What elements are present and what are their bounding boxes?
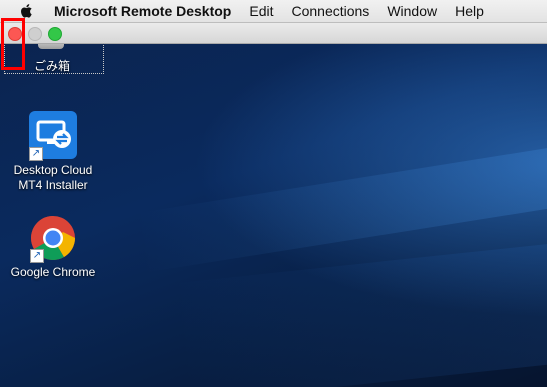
maximize-window-button[interactable] bbox=[48, 27, 62, 41]
chrome-icon: ↗ bbox=[30, 215, 76, 263]
desktop-icon-google-chrome[interactable]: ↗ Google Chrome bbox=[5, 215, 101, 280]
shortcut-arrow-icon: ↗ bbox=[29, 147, 43, 161]
mac-menu-bar: Microsoft Remote Desktop Edit Connection… bbox=[0, 0, 547, 23]
mt4-label-line1: Desktop Cloud bbox=[13, 163, 93, 177]
remote-desktop-view[interactable]: ごみ箱 ↗ Desktop Cloud MT4 Installer ↗ Goog… bbox=[0, 43, 547, 387]
window-title-bar[interactable] bbox=[0, 22, 547, 44]
trash-label: ごみ箱 bbox=[34, 59, 71, 73]
red-highlight-box bbox=[1, 18, 25, 70]
menu-window[interactable]: Window bbox=[387, 3, 437, 19]
chrome-label: Google Chrome bbox=[10, 265, 96, 279]
apple-logo-icon[interactable] bbox=[18, 3, 36, 19]
mt4-label-line2: MT4 Installer bbox=[18, 178, 88, 192]
menu-edit[interactable]: Edit bbox=[249, 3, 273, 19]
shortcut-arrow-icon: ↗ bbox=[30, 249, 44, 263]
desktop-icon-mt4-installer[interactable]: ↗ Desktop Cloud MT4 Installer bbox=[5, 111, 101, 193]
menu-app-name[interactable]: Microsoft Remote Desktop bbox=[54, 3, 231, 19]
menu-help[interactable]: Help bbox=[455, 3, 484, 19]
minimize-window-button[interactable] bbox=[28, 27, 42, 41]
remote-desktop-app-icon: ↗ bbox=[29, 111, 77, 161]
menu-connections[interactable]: Connections bbox=[291, 3, 369, 19]
